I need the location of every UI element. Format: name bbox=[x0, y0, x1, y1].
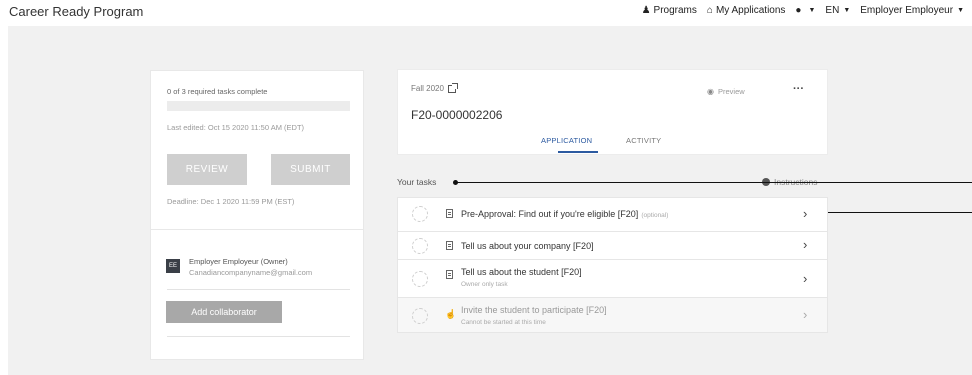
document-icon bbox=[446, 209, 453, 218]
chevron-right-icon[interactable]: › bbox=[803, 237, 807, 252]
status-circle-icon bbox=[412, 271, 428, 287]
brand-title[interactable]: Career Ready Program bbox=[9, 4, 143, 19]
annotation-line bbox=[822, 212, 972, 213]
nav-programs-label: Programs bbox=[653, 5, 697, 16]
task-title: Tell us about the student [F20] bbox=[461, 267, 582, 277]
nav-programs[interactable]: ♟ Programs bbox=[642, 5, 697, 16]
term-label: Fall 2020 bbox=[411, 84, 444, 93]
nav-my-applications[interactable]: ⌂ My Applications bbox=[707, 5, 786, 16]
summary-card: 0 of 3 required tasks complete Last edit… bbox=[150, 70, 364, 360]
review-button[interactable]: REVIEW bbox=[167, 154, 247, 185]
task-list: Pre-Approval: Find out if you're eligibl… bbox=[397, 197, 828, 333]
annotation-dot bbox=[453, 180, 458, 185]
tab-activity[interactable]: ACTIVITY bbox=[626, 136, 661, 145]
chevron-right-icon[interactable]: › bbox=[803, 271, 807, 286]
owner-email: Canadiancompanyname@gmail.com bbox=[189, 268, 313, 277]
divider bbox=[167, 336, 350, 337]
task-title: Tell us about your company [F20] bbox=[461, 241, 594, 251]
preview-label: Preview bbox=[717, 87, 745, 96]
status-circle-icon bbox=[412, 238, 428, 254]
owner-name: Employer Employeur (Owner) bbox=[189, 257, 288, 266]
task-row[interactable]: Pre-Approval: Find out if you're eligibl… bbox=[398, 198, 827, 231]
info-icon: ● bbox=[795, 5, 802, 16]
external-link-icon[interactable] bbox=[447, 82, 458, 93]
chevron-down-icon: ▼ bbox=[957, 7, 964, 14]
add-collaborator-button[interactable]: Add collaborator bbox=[166, 301, 282, 323]
divider bbox=[167, 289, 350, 290]
term[interactable]: Fall 2020 bbox=[411, 82, 458, 93]
user-label: Employer Employeur bbox=[860, 5, 954, 16]
chevron-right-icon: › bbox=[803, 307, 808, 322]
user-menu[interactable]: Employer Employeur ▼ bbox=[860, 5, 964, 16]
help-menu[interactable]: ● ▼ bbox=[795, 5, 815, 16]
annotation-line bbox=[455, 182, 972, 183]
thumbs-up-icon: ☝ bbox=[445, 309, 457, 319]
top-nav: ♟ Programs ⌂ My Applications ● ▼ EN ▼ Em… bbox=[632, 5, 964, 16]
tab-application[interactable]: APPLICATION bbox=[541, 136, 592, 145]
task-subtitle: Cannot be started at this time bbox=[461, 319, 546, 326]
task-row[interactable]: Tell us about the student [F20] Owner on… bbox=[398, 259, 827, 297]
optional-tag: (optional) bbox=[641, 212, 669, 219]
chevron-down-icon: ▼ bbox=[808, 7, 816, 14]
document-icon bbox=[446, 270, 453, 279]
tasks-heading: Your tasks bbox=[397, 177, 437, 187]
task-row: ☝ Invite the student to participate [F20… bbox=[398, 297, 827, 332]
nav-my-applications-label: My Applications bbox=[715, 5, 786, 16]
language-menu[interactable]: EN ▼ bbox=[825, 5, 850, 16]
progress-bar bbox=[167, 101, 350, 111]
task-title: Invite the student to participate [F20] bbox=[461, 305, 607, 315]
chevron-right-icon[interactable]: › bbox=[803, 206, 807, 221]
deadline: Deadline: Dec 1 2020 11:59 PM (EST) bbox=[167, 197, 295, 206]
task-title-text: Pre-Approval: Find out if you're eligibl… bbox=[461, 209, 639, 219]
eye-icon: ◉ bbox=[707, 87, 714, 96]
last-edited: Last edited: Oct 15 2020 11:50 AM (EDT) bbox=[167, 123, 305, 132]
home-icon: ⌂ bbox=[706, 5, 713, 16]
top-bar: Career Ready Program ♟ Programs ⌂ My App… bbox=[0, 0, 972, 24]
people-icon: ♟ bbox=[641, 5, 651, 16]
task-title: Pre-Approval: Find out if you're eligibl… bbox=[461, 209, 668, 219]
chevron-down-icon: ▼ bbox=[843, 7, 851, 14]
task-row[interactable]: Tell us about your company [F20] › bbox=[398, 231, 827, 259]
application-id: F20-0000002206 bbox=[411, 108, 503, 122]
status-circle-icon bbox=[412, 308, 428, 324]
avatar: EE bbox=[166, 259, 180, 273]
active-tab-indicator bbox=[558, 151, 598, 153]
task-subtitle: Owner only task bbox=[461, 281, 508, 288]
preview-button[interactable]: ◉ Preview bbox=[707, 87, 745, 96]
language-label: EN bbox=[825, 5, 840, 16]
more-icon[interactable]: ··· bbox=[793, 83, 804, 95]
document-icon bbox=[446, 241, 453, 250]
progress-text: 0 of 3 required tasks complete bbox=[167, 87, 268, 96]
submit-button[interactable]: SUBMIT bbox=[271, 154, 350, 185]
divider bbox=[151, 229, 363, 230]
status-circle-icon bbox=[412, 206, 428, 222]
application-header-card: Fall 2020 F20-0000002206 ◉ Preview ··· A… bbox=[397, 69, 828, 155]
